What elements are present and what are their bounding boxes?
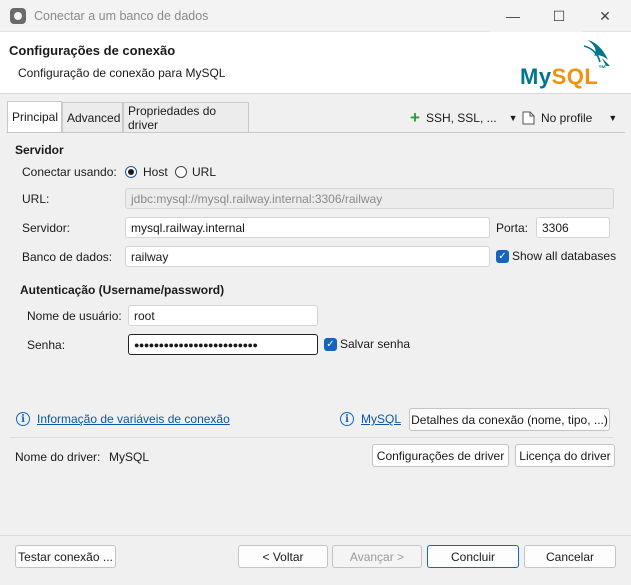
url-label: URL:: [22, 192, 50, 206]
connection-details-button[interactable]: Detalhes da conexão (nome, tipo, ...): [409, 408, 610, 431]
show-all-databases-label: Show all databases: [512, 249, 617, 263]
window-title: Conectar a um banco de dados: [34, 9, 209, 23]
ssh-ssl-label: SSH, SSL, ...: [425, 111, 497, 125]
server-input[interactable]: mysql.railway.internal: [125, 217, 490, 238]
save-password-checkbox[interactable]: ✓: [324, 337, 337, 351]
connection-variables-info[interactable]: i Informação de variáveis de conexão: [16, 412, 230, 426]
dialog-header: Configurações de conexão Configuração de…: [0, 32, 631, 94]
add-icon: +: [410, 108, 420, 127]
password-input[interactable]: ●●●●●●●●●●●●●●●●●●●●●●●●●: [128, 334, 318, 355]
database-input[interactable]: railway: [125, 246, 490, 267]
page-subtitle: Configuração de conexão para MySQL: [18, 66, 226, 80]
dropdown-arrow-icon: ▼: [608, 113, 618, 123]
finish-button[interactable]: Concluir: [427, 545, 519, 568]
mysql-link[interactable]: MySQL: [361, 412, 401, 426]
next-button: Avançar >: [332, 545, 422, 568]
separator: [10, 437, 613, 438]
profile-label: No profile: [541, 111, 593, 125]
close-button[interactable]: ✕: [582, 0, 628, 32]
url-radio-option[interactable]: URL: [175, 165, 216, 179]
driver-name-label: Nome do driver:: [15, 450, 101, 464]
server-label: Servidor:: [22, 221, 71, 235]
server-section-title: Servidor: [15, 143, 64, 157]
cancel-button[interactable]: Cancelar: [524, 545, 616, 568]
save-password-option[interactable]: ✓ Salvar senha: [324, 337, 410, 351]
password-label: Senha:: [27, 338, 66, 352]
dropdown-arrow-icon: ▼: [508, 113, 518, 123]
url-radio-label: URL: [192, 165, 217, 179]
port-label: Porta:: [496, 221, 529, 235]
database-label: Banco de dados:: [22, 250, 113, 264]
back-button[interactable]: < Voltar: [238, 545, 328, 568]
test-connection-button[interactable]: Testar conexão ...: [15, 545, 116, 568]
page-title: Configurações de conexão: [9, 43, 176, 58]
tab-principal[interactable]: Principal: [7, 101, 62, 132]
show-all-databases-option[interactable]: ✓ Show all databases: [496, 249, 616, 263]
maximize-button[interactable]: ☐: [536, 0, 582, 32]
mysql-info[interactable]: i MySQL: [340, 412, 401, 426]
port-input[interactable]: 3306: [536, 217, 610, 238]
username-label: Nome de usuário:: [27, 309, 122, 323]
info-icon: i: [16, 412, 30, 426]
connection-variables-link[interactable]: Informação de variáveis de conexão: [37, 412, 230, 426]
tab-driver-properties[interactable]: Propriedades do driver: [123, 102, 249, 132]
document-icon: [522, 111, 535, 125]
app-icon: [10, 8, 26, 24]
url-input[interactable]: jdbc:mysql://mysql.railway.internal:3306…: [125, 188, 614, 209]
save-password-label: Salvar senha: [340, 337, 411, 351]
url-radio[interactable]: [175, 166, 187, 178]
host-radio[interactable]: [125, 166, 137, 178]
driver-license-button[interactable]: Licença do driver: [515, 444, 615, 467]
mysql-logo: MySQL™: [518, 36, 618, 90]
tab-advanced[interactable]: Advanced: [62, 102, 123, 132]
host-radio-option[interactable]: Host: [125, 165, 168, 179]
host-radio-label: Host: [143, 165, 168, 179]
driver-name-value: MySQL: [109, 450, 150, 464]
info-icon: i: [340, 412, 354, 426]
auth-section-title: Autenticação (Username/password): [20, 283, 225, 297]
minimize-button-visible[interactable]: —: [490, 0, 536, 32]
connect-using-label: Conectar usando:: [22, 165, 117, 179]
show-all-databases-checkbox[interactable]: ✓: [496, 249, 509, 263]
ssh-ssl-button[interactable]: + SSH, SSL, ... ▼: [410, 108, 518, 128]
driver-settings-button[interactable]: Configurações de driver: [372, 444, 509, 467]
logo-wordmark: MySQL™: [520, 64, 607, 89]
username-input[interactable]: root: [128, 305, 318, 326]
profile-button[interactable]: No profile ▼: [522, 108, 617, 128]
